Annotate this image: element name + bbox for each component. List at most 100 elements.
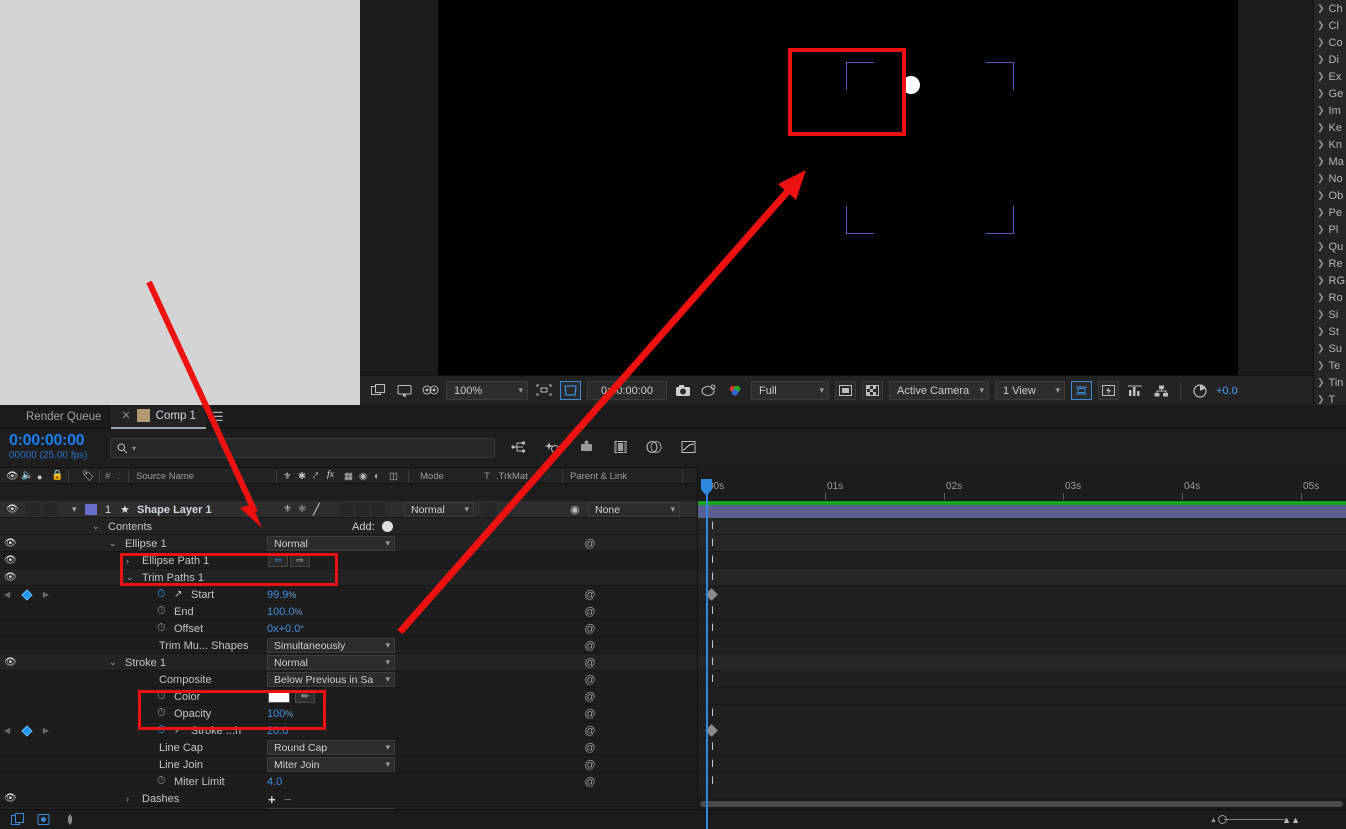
playhead-handle[interactable]: [701, 479, 712, 496]
layer-switch-box-1[interactable]: [340, 503, 353, 516]
selection-handle-bottom-left[interactable]: [846, 206, 874, 234]
zoom-out-icon[interactable]: ▲: [1210, 817, 1217, 824]
expression-toggle-icon[interactable]: @: [580, 637, 600, 654]
stopwatch-icon[interactable]: ⏱: [157, 603, 166, 620]
effect-category-item[interactable]: ❯Ch: [1314, 0, 1346, 17]
path-direction-button-1[interactable]: ⇦: [268, 553, 288, 567]
property-name[interactable]: Dashes: [142, 790, 179, 807]
property-visibility-toggle[interactable]: 👁: [4, 790, 17, 807]
property-row[interactable]: 👁⌄Trim Paths 1: [0, 569, 697, 586]
expression-toggle-icon[interactable]: @: [580, 773, 600, 790]
graph-row[interactable]: I: [698, 739, 1346, 756]
add-property-button[interactable]: [382, 521, 393, 532]
layer-video-toggle[interactable]: 👁: [6, 501, 19, 518]
zoom-slider-knob[interactable]: [1218, 815, 1227, 824]
expression-toggle-icon[interactable]: @: [580, 688, 600, 705]
graph-row[interactable]: I: [698, 535, 1346, 552]
expression-toggle-icon[interactable]: @: [580, 620, 600, 637]
layer-mode-dropdown[interactable]: Normal ▾: [404, 502, 474, 517]
property-row[interactable]: 👁›Ellipse Path 1⇦⇨: [0, 552, 697, 569]
layer-collapse-icon[interactable]: ✱: [298, 501, 306, 518]
effect-category-item[interactable]: ❯Qu: [1314, 238, 1346, 255]
show-snapshot-icon[interactable]: [394, 382, 414, 400]
property-dropdown[interactable]: Miter Join▾: [267, 757, 395, 772]
property-name[interactable]: End: [174, 603, 194, 620]
show-channel-icon[interactable]: [420, 382, 440, 400]
property-name[interactable]: Opacity: [174, 705, 211, 722]
view-layout-dropdown[interactable]: 1 View ▾: [995, 381, 1065, 400]
property-row[interactable]: Line JoinMiter Join▾@: [0, 756, 697, 773]
composition-mini-flowchart-icon[interactable]: [508, 438, 528, 456]
graph-row[interactable]: I: [698, 518, 1346, 535]
previous-keyframe-icon[interactable]: ◀: [4, 726, 10, 735]
property-twirl-icon[interactable]: ›: [126, 552, 129, 569]
property-twirl-icon[interactable]: ⌄: [109, 535, 117, 552]
expression-toggle-icon[interactable]: @: [580, 603, 600, 620]
effect-category-item[interactable]: ❯Kn: [1314, 136, 1346, 153]
property-row[interactable]: ◀▶⏱↗Start99.9%@: [0, 586, 697, 603]
property-row[interactable]: ⌄ContentsAdd:: [0, 518, 697, 535]
comp-flowchart-icon[interactable]: [1151, 382, 1171, 400]
property-dropdown[interactable]: Simultaneously▾: [267, 638, 395, 653]
expression-toggle-icon[interactable]: @: [580, 586, 600, 603]
magnification-dropdown[interactable]: 100% ▾: [446, 381, 528, 400]
property-twirl-icon[interactable]: ⌄: [126, 569, 134, 586]
expression-toggle-icon[interactable]: @: [580, 705, 600, 722]
effect-category-item[interactable]: ❯St: [1314, 323, 1346, 340]
property-row[interactable]: ◀▶⏱↗Stroke ...h20.0@: [0, 722, 697, 739]
eyedropper-icon[interactable]: ✏: [295, 690, 315, 703]
effect-category-item[interactable]: ❯Re: [1314, 255, 1346, 272]
trkmat-header[interactable]: .TrkMat: [496, 471, 528, 482]
resolution-dropdown[interactable]: Full ▾: [751, 381, 829, 400]
grid-guides-icon[interactable]: [534, 382, 554, 400]
property-value[interactable]: 20.0: [267, 722, 288, 739]
property-value[interactable]: 100%: [267, 705, 293, 722]
graph-editor-toggle-icon[interactable]: ↗: [174, 722, 182, 739]
property-row[interactable]: ⏱End100.0%@: [0, 603, 697, 620]
property-twirl-icon[interactable]: ⌄: [92, 518, 100, 535]
graph-row[interactable]: I: [698, 756, 1346, 773]
camera-view-dropdown[interactable]: Active Camera ▾: [889, 381, 989, 400]
draft-3d-icon[interactable]: [542, 438, 562, 456]
effect-category-item[interactable]: ❯Ma: [1314, 153, 1346, 170]
graph-editor-icon[interactable]: [678, 438, 698, 456]
snapshot-view-icon[interactable]: [699, 382, 719, 400]
mode-header[interactable]: Mode: [420, 471, 444, 482]
keyframe-navigator[interactable]: ◀▶: [4, 722, 49, 739]
effect-category-item[interactable]: ❯Ob: [1314, 187, 1346, 204]
stopwatch-icon[interactable]: ⏱: [157, 620, 166, 637]
keyframe-indicator[interactable]: [21, 725, 32, 736]
graph-row[interactable]: I: [698, 773, 1346, 790]
stopwatch-icon-active[interactable]: ⏱: [157, 722, 166, 739]
channels-icon[interactable]: [725, 382, 745, 400]
exposure-icon[interactable]: [1190, 382, 1210, 400]
property-name[interactable]: Trim Mu... Shapes: [159, 637, 248, 654]
property-row[interactable]: 👁›Dashes+−: [0, 790, 697, 807]
effect-category-item[interactable]: ❯No: [1314, 170, 1346, 187]
property-visibility-toggle[interactable]: 👁: [4, 654, 17, 671]
property-name[interactable]: Miter Limit: [174, 773, 225, 790]
checkerboard-icon[interactable]: [862, 381, 883, 400]
selection-handle-top-left[interactable]: [846, 62, 874, 90]
graph-row[interactable]: I: [698, 637, 1346, 654]
source-name-header[interactable]: Source Name: [136, 471, 194, 482]
layer-trkmat-box[interactable]: [481, 503, 496, 516]
property-value[interactable]: 99.9%: [267, 586, 296, 603]
previous-keyframe-icon[interactable]: ◀: [4, 590, 10, 599]
property-name[interactable]: Start: [191, 586, 214, 603]
effects-list[interactable]: ❯Ch❯Cl❯Co❯Di❯Ex❯Ge❯Im❯Ke❯Kn❯Ma❯No❯Ob❯Pe❯…: [1314, 0, 1346, 405]
pixel-aspect-correction-icon[interactable]: [1071, 381, 1092, 400]
property-row[interactable]: CompositeBelow Previous in Sa▾@: [0, 671, 697, 688]
effect-category-item[interactable]: ❯Ge: [1314, 85, 1346, 102]
graph-row[interactable]: I: [698, 603, 1346, 620]
current-time-display[interactable]: 0:00:00:00 00000 (25.00 fps): [9, 432, 87, 461]
motion-blur-status-icon[interactable]: [60, 811, 80, 829]
layer-switch-box-2[interactable]: [356, 503, 369, 516]
playhead-line[interactable]: [706, 501, 708, 829]
property-value[interactable]: 4.0: [267, 773, 282, 790]
effect-category-item[interactable]: ❯Im: [1314, 102, 1346, 119]
effect-category-item[interactable]: ❯Pe: [1314, 204, 1346, 221]
property-dropdown[interactable]: Normal▾: [267, 536, 395, 551]
effect-category-item[interactable]: ❯Ex: [1314, 68, 1346, 85]
take-snapshot-icon[interactable]: [368, 382, 388, 400]
